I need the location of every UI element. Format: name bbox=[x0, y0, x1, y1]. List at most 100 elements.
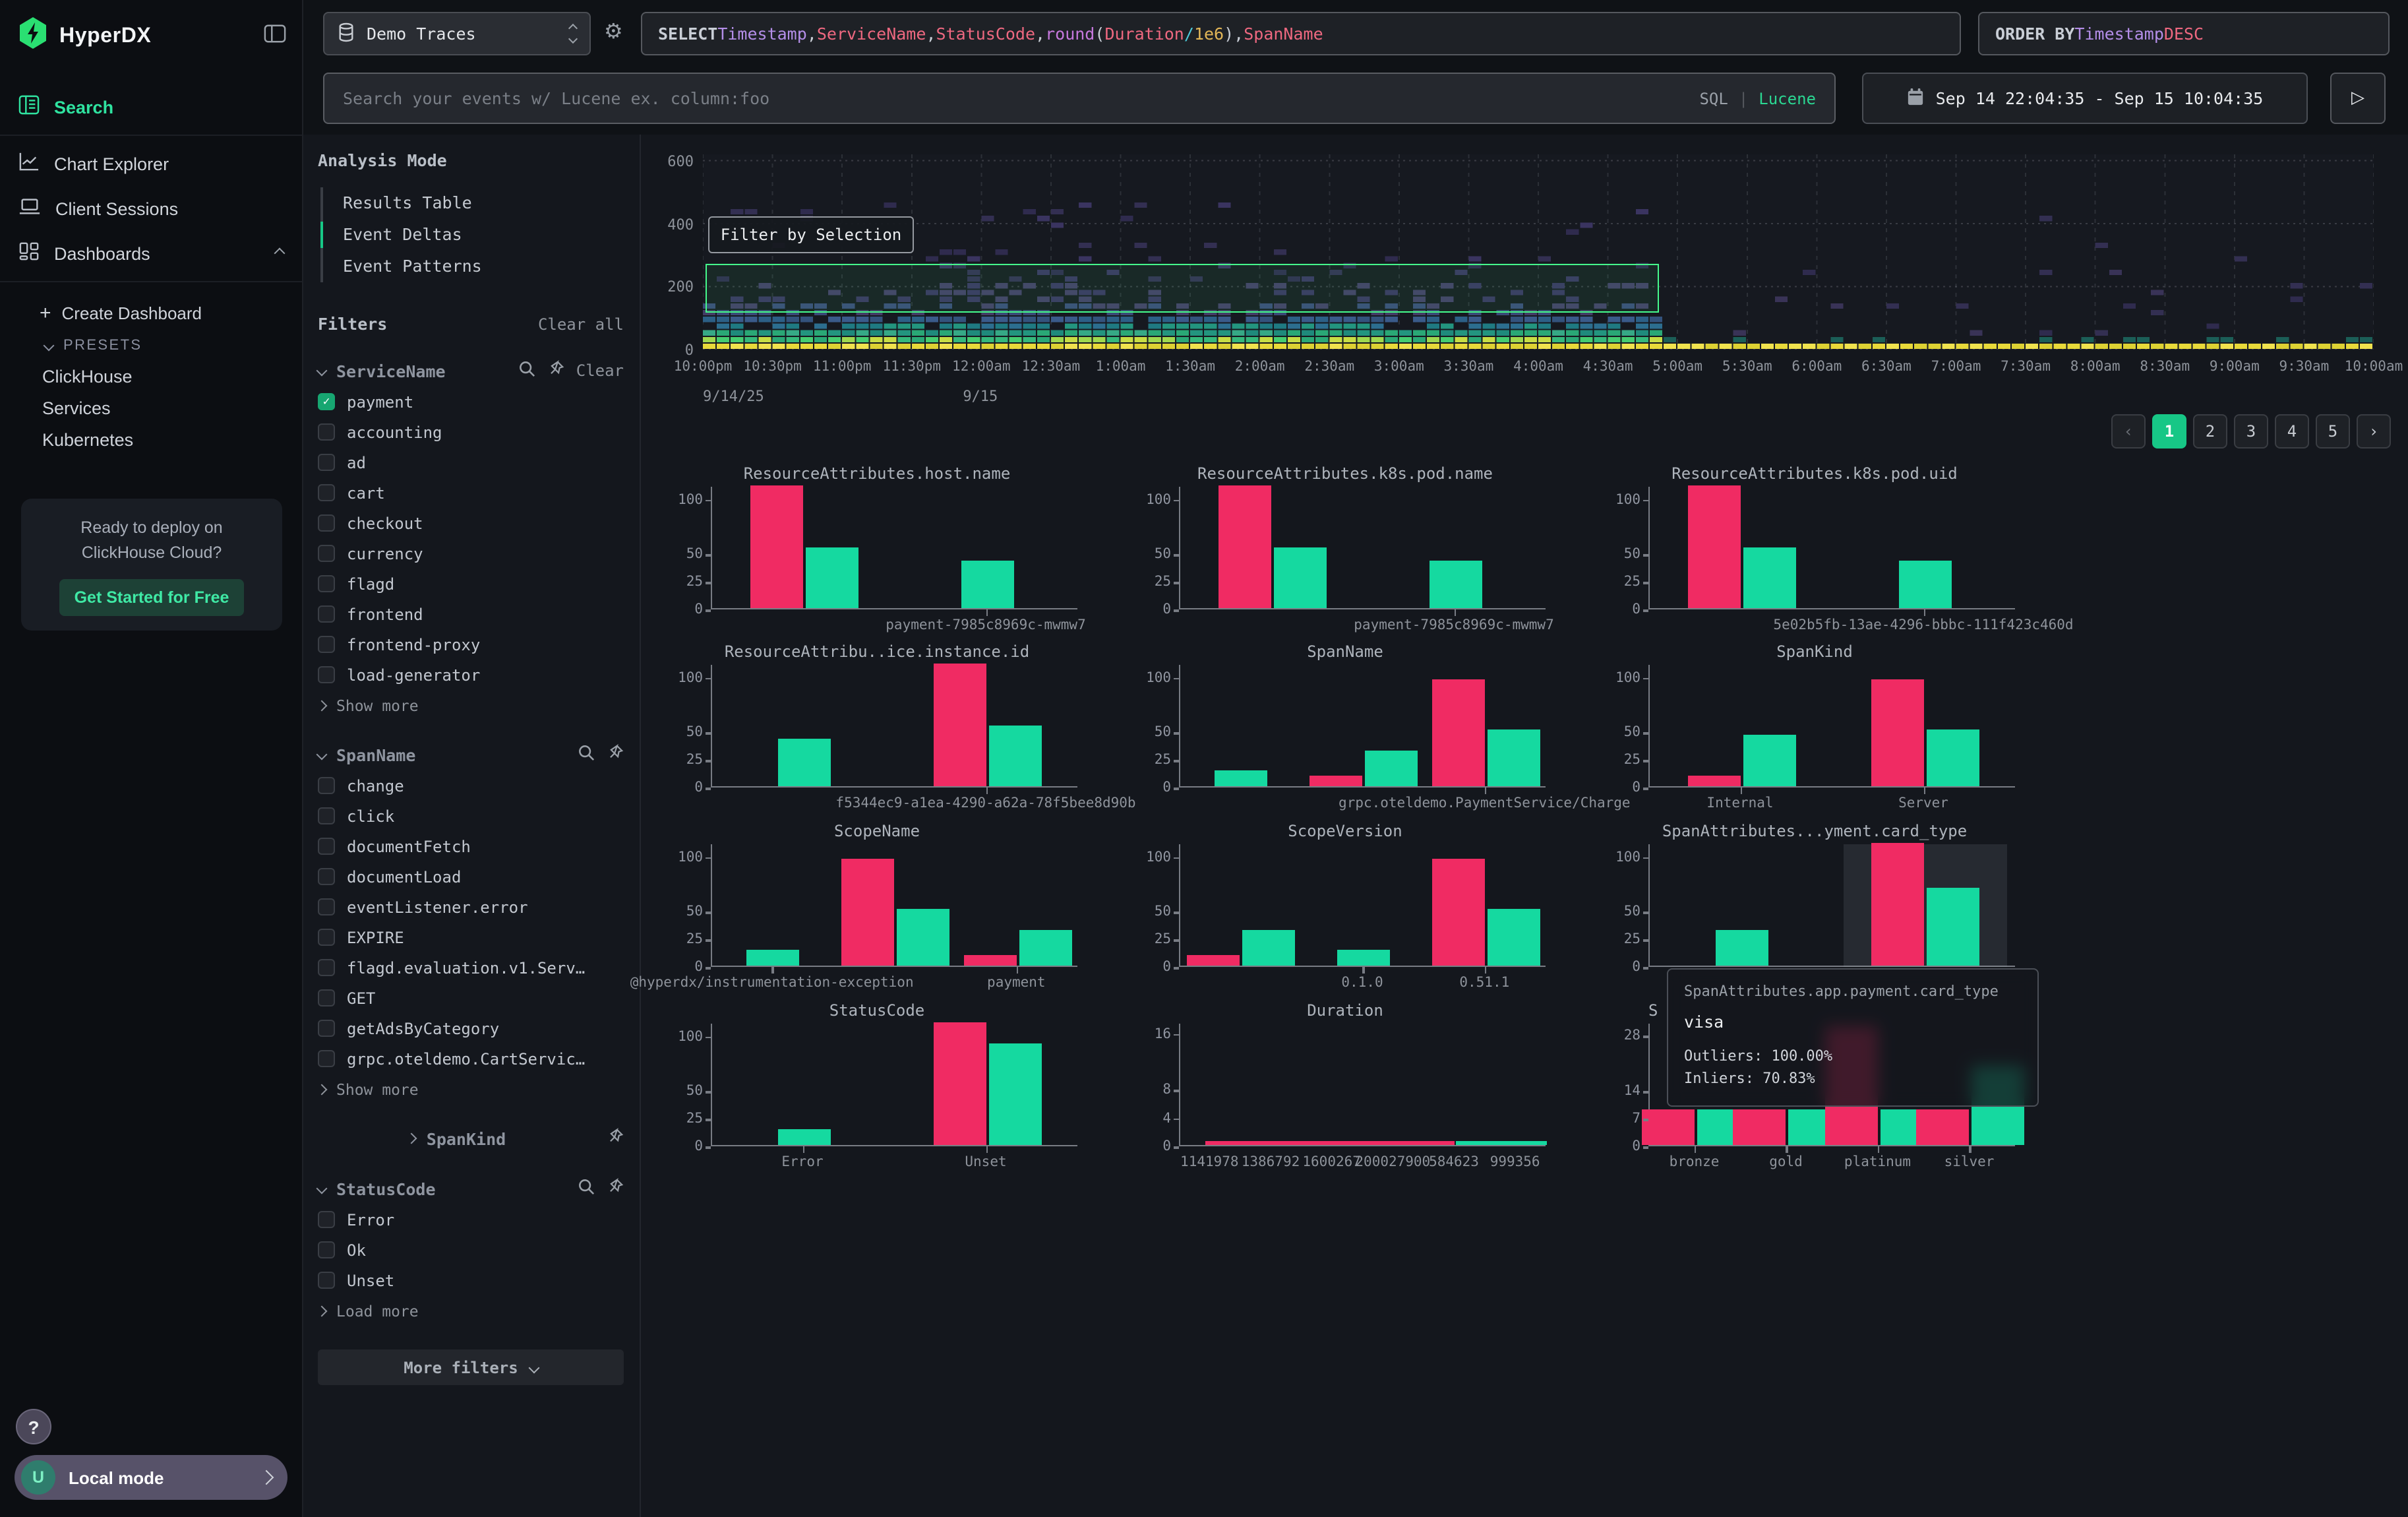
daterange-picker[interactable]: Sep 14 22:04:35 - Sep 15 10:04:35 bbox=[1862, 73, 2308, 124]
checkbox[interactable] bbox=[318, 423, 335, 441]
checkbox[interactable] bbox=[318, 777, 335, 794]
pagination-page-3[interactable]: 3 bbox=[2234, 414, 2268, 449]
checkbox[interactable] bbox=[318, 484, 335, 501]
filter-group-statuscode[interactable]: StatusCode bbox=[318, 1173, 624, 1204]
checkbox[interactable] bbox=[318, 1020, 335, 1037]
pin-icon[interactable] bbox=[607, 1178, 624, 1199]
preset-item-kubernetes[interactable]: Kubernetes bbox=[0, 425, 302, 456]
event-deltas-heatmap[interactable] bbox=[703, 154, 2374, 350]
checkbox[interactable] bbox=[318, 1050, 335, 1067]
sidebar-item-dashboards[interactable]: Dashboards bbox=[0, 231, 302, 276]
filter-item-checkout[interactable]: checkout bbox=[318, 508, 624, 538]
filter-item-grpc-oteldemo-cartservic-[interactable]: grpc.oteldemo.CartServic… bbox=[318, 1043, 624, 1074]
help-button[interactable]: ? bbox=[16, 1409, 51, 1444]
pin-icon[interactable] bbox=[607, 1128, 624, 1149]
filter-item-currency[interactable]: currency bbox=[318, 538, 624, 569]
pagination-page-1[interactable]: 1 bbox=[2152, 414, 2186, 449]
source-select[interactable]: Demo Traces bbox=[323, 12, 591, 55]
pin-icon[interactable] bbox=[547, 360, 564, 381]
checkbox[interactable] bbox=[318, 575, 335, 592]
filter-item-load-generator[interactable]: load-generator bbox=[318, 660, 624, 690]
pin-icon[interactable] bbox=[607, 744, 624, 765]
sql-mode-toggle[interactable]: SQL bbox=[1699, 89, 1728, 108]
lucene-mode-toggle[interactable]: Lucene bbox=[1759, 89, 1816, 108]
search-icon[interactable] bbox=[578, 1178, 595, 1199]
chart-plot[interactable] bbox=[1179, 1024, 1546, 1146]
search-input[interactable]: Search your events w/ Lucene ex. column:… bbox=[323, 73, 1836, 124]
filter-item-get[interactable]: GET bbox=[318, 983, 624, 1013]
chart-plot[interactable] bbox=[711, 844, 1077, 967]
filter-item-error[interactable]: Error bbox=[318, 1204, 624, 1235]
checkbox[interactable] bbox=[318, 636, 335, 653]
chart-plot[interactable] bbox=[711, 487, 1077, 609]
heatmap-selection-box[interactable] bbox=[706, 264, 1659, 313]
filter-item-eventlistener-error[interactable]: eventListener.error bbox=[318, 892, 624, 922]
filter-item-flagd[interactable]: flagd bbox=[318, 569, 624, 599]
checkbox[interactable] bbox=[318, 898, 335, 915]
chart-plot[interactable] bbox=[711, 1024, 1077, 1146]
chart-plot[interactable] bbox=[1648, 844, 2015, 967]
filter-item-ad[interactable]: ad bbox=[318, 447, 624, 478]
clear-all-button[interactable]: Clear all bbox=[538, 315, 624, 333]
filter-group-servicename[interactable]: ServiceNameClear bbox=[318, 355, 624, 387]
analysis-mode-results-table[interactable]: Results Table bbox=[323, 187, 624, 219]
checkbox[interactable] bbox=[318, 605, 335, 623]
filter-item-flagd-evaluation-v1-serv-[interactable]: flagd.evaluation.v1.Serv… bbox=[318, 952, 624, 983]
run-query-button[interactable]: ▷ bbox=[2330, 73, 2386, 124]
load-more-button[interactable]: Load more bbox=[318, 1295, 624, 1326]
filter-item-change[interactable]: change bbox=[318, 770, 624, 801]
filter-by-selection-button[interactable]: Filter by Selection bbox=[708, 216, 914, 253]
show-more-button[interactable]: Show more bbox=[318, 690, 624, 720]
filter-item-cart[interactable]: cart bbox=[318, 478, 624, 508]
chart-plot[interactable] bbox=[1179, 487, 1546, 609]
pagination-next[interactable]: › bbox=[2357, 414, 2391, 449]
filter-group-spankind[interactable]: SpanKind bbox=[318, 1123, 624, 1154]
filter-item-getadsbycategory[interactable]: getAdsByCategory bbox=[318, 1013, 624, 1043]
orderby-input[interactable]: ORDER BY Timestamp DESC bbox=[1978, 12, 2390, 55]
clear-group-button[interactable]: Clear bbox=[576, 361, 624, 380]
checkbox[interactable] bbox=[318, 1272, 335, 1289]
pagination-page-4[interactable]: 4 bbox=[2275, 414, 2309, 449]
more-filters-button[interactable]: More filters bbox=[318, 1349, 624, 1385]
filter-item-documentfetch[interactable]: documentFetch bbox=[318, 831, 624, 861]
filter-item-ok[interactable]: Ok bbox=[318, 1235, 624, 1265]
checkbox[interactable] bbox=[318, 1241, 335, 1258]
presets-toggle[interactable]: PRESETS bbox=[0, 330, 302, 361]
sidebar-item-client-sessions[interactable]: Dashboards Client Sessions bbox=[0, 186, 302, 231]
search-icon[interactable] bbox=[578, 744, 595, 765]
get-started-button[interactable]: Get Started for Free bbox=[59, 579, 244, 616]
filter-item-expire[interactable]: EXPIRE bbox=[318, 922, 624, 952]
checkbox[interactable] bbox=[318, 807, 335, 824]
sidebar-item-chart-explorer[interactable]: Chart Explorer bbox=[0, 141, 302, 186]
chart-plot[interactable] bbox=[1179, 844, 1546, 967]
filter-item-click[interactable]: click bbox=[318, 801, 624, 831]
settings-gear-icon[interactable]: ⚙ bbox=[604, 18, 623, 44]
search-icon[interactable] bbox=[518, 360, 535, 381]
pagination-prev[interactable]: ‹ bbox=[2111, 414, 2146, 449]
chart-plot[interactable] bbox=[711, 665, 1077, 788]
sidebar-item-search[interactable]: Search bbox=[0, 84, 302, 129]
preset-item-services[interactable]: Services bbox=[0, 393, 302, 425]
checkbox[interactable] bbox=[318, 838, 335, 855]
show-more-button[interactable]: Show more bbox=[318, 1074, 624, 1104]
analysis-mode-event-patterns[interactable]: Event Patterns bbox=[323, 251, 624, 282]
filter-item-frontend[interactable]: frontend bbox=[318, 599, 624, 629]
checkbox[interactable] bbox=[318, 959, 335, 976]
pagination-page-2[interactable]: 2 bbox=[2193, 414, 2227, 449]
checkbox[interactable] bbox=[318, 929, 335, 946]
preset-item-clickhouse[interactable]: ClickHouse bbox=[0, 361, 302, 393]
checkbox[interactable] bbox=[318, 666, 335, 683]
sidebar-collapse-icon[interactable] bbox=[264, 23, 286, 49]
checkbox[interactable] bbox=[318, 989, 335, 1006]
checkbox[interactable] bbox=[318, 454, 335, 471]
filter-group-spanname[interactable]: SpanName bbox=[318, 739, 624, 770]
create-dashboard-button[interactable]: + Create Dashboard bbox=[0, 295, 302, 330]
select-clause-input[interactable]: SELECT Timestamp, ServiceName, StatusCod… bbox=[641, 12, 1961, 55]
filter-item-unset[interactable]: Unset bbox=[318, 1265, 624, 1295]
checkbox[interactable]: ✓ bbox=[318, 393, 335, 410]
filter-item-frontend-proxy[interactable]: frontend-proxy bbox=[318, 629, 624, 660]
checkbox[interactable] bbox=[318, 1211, 335, 1228]
chart-plot[interactable] bbox=[1648, 665, 2015, 788]
filter-item-payment[interactable]: ✓payment bbox=[318, 387, 624, 417]
chart-plot[interactable] bbox=[1648, 487, 2015, 609]
